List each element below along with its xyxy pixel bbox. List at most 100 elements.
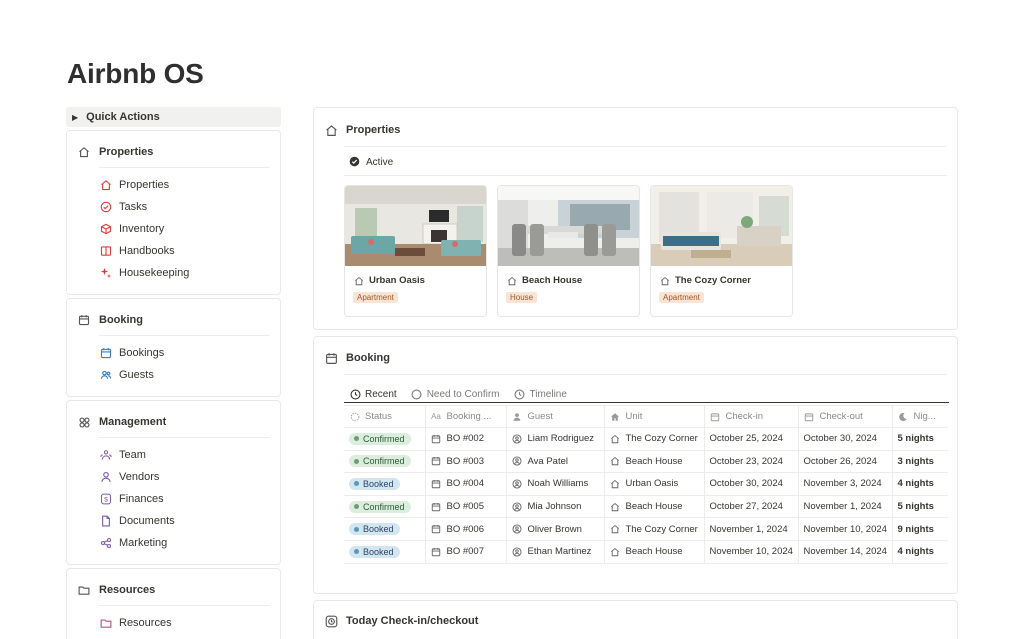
unit-cell[interactable]: Beach House xyxy=(603,540,704,564)
status-cell[interactable]: Confirmed xyxy=(344,450,425,474)
status-cell[interactable]: Booked xyxy=(344,540,425,564)
sidebar-section-booking: Booking Bookings Guests xyxy=(66,298,281,397)
nights-cell[interactable]: 4 nights xyxy=(891,472,948,496)
sidebar-item-vendors[interactable]: Vendors xyxy=(77,466,270,488)
tab-label: Recent xyxy=(365,388,397,400)
sidebar-item-guests[interactable]: Guests xyxy=(77,364,270,386)
check-in-cell[interactable]: October 23, 2024 xyxy=(703,450,798,474)
table-row[interactable]: Booked BO #007 Ethan Martinez Beach Hous… xyxy=(344,540,948,564)
unit-cell[interactable]: The Cozy Corner xyxy=(603,517,704,541)
sidebar-item-inventory[interactable]: Inventory xyxy=(77,218,270,240)
tab-need-to-confirm[interactable]: Need to Confirm xyxy=(411,388,500,400)
property-card-the-cozy-corner[interactable]: The Cozy Corner Apartment xyxy=(650,185,793,317)
sidebar-item-label: Inventory xyxy=(119,223,165,235)
guest-cell[interactable]: Liam Rodriguez xyxy=(505,427,604,451)
booking-cell[interactable]: BO #003 xyxy=(424,450,506,474)
sidebar-section-header[interactable]: Properties xyxy=(77,143,270,161)
sidebar-item-housekeeping[interactable]: Housekeeping xyxy=(77,262,270,284)
today-panel-header[interactable]: Today Check-in/checkout xyxy=(324,613,947,629)
check-out-cell[interactable]: November 3, 2024 xyxy=(797,472,892,496)
check-out-cell[interactable]: November 10, 2024 xyxy=(797,517,892,541)
nights-cell[interactable]: 5 nights xyxy=(891,427,948,451)
property-name: Beach House xyxy=(522,275,583,286)
tab-timeline[interactable]: Timeline xyxy=(514,388,567,400)
sidebar-item-team[interactable]: Team xyxy=(77,444,270,466)
tab-recent[interactable]: Recent xyxy=(349,388,397,400)
view-tab-active[interactable]: Active xyxy=(349,153,957,171)
check-in-cell[interactable]: November 1, 2024 xyxy=(703,517,798,541)
guest-cell[interactable]: Ethan Martinez xyxy=(505,540,604,564)
check-out-cell[interactable]: October 26, 2024 xyxy=(797,450,892,474)
guest-cell[interactable]: Noah Williams xyxy=(505,472,604,496)
check-circle-icon xyxy=(99,200,113,214)
column-header-status[interactable]: Status xyxy=(344,405,425,428)
check-out-cell[interactable]: October 30, 2024 xyxy=(797,427,892,451)
column-header-check-out[interactable]: Check-out xyxy=(797,405,892,428)
property-card-beach-house[interactable]: Beach House House xyxy=(497,185,640,317)
nights-cell[interactable]: 3 nights xyxy=(891,450,948,474)
property-name: The Cozy Corner xyxy=(675,275,752,286)
status-cell[interactable]: Confirmed xyxy=(344,495,425,519)
booking-cell[interactable]: BO #007 xyxy=(424,540,506,564)
column-header-check-in[interactable]: Check-in xyxy=(703,405,798,428)
check-in-cell[interactable]: October 27, 2024 xyxy=(703,495,798,519)
tab-label: Need to Confirm xyxy=(426,388,500,400)
sidebar-item-properties[interactable]: Properties xyxy=(77,174,270,196)
column-header-nights[interactable]: Nig... xyxy=(891,405,948,428)
table-row[interactable]: Booked BO #006 Oliver Brown The Cozy Cor… xyxy=(344,517,948,541)
table-row[interactable]: Confirmed BO #002 Liam Rodriguez The Coz… xyxy=(344,427,948,451)
table-row[interactable]: Confirmed BO #003 Ava Patel Beach House … xyxy=(344,450,948,474)
status-badge: Booked xyxy=(349,477,400,490)
sidebar-item-tasks[interactable]: Tasks xyxy=(77,196,270,218)
check-out-cell[interactable]: November 1, 2024 xyxy=(797,495,892,519)
booking-cell[interactable]: BO #004 xyxy=(424,472,506,496)
sidebar-item-handbooks[interactable]: Handbooks xyxy=(77,240,270,262)
properties-panel-header[interactable]: Properties xyxy=(324,122,947,138)
nights-cell[interactable]: 5 nights xyxy=(891,495,948,519)
sidebar-item-resources[interactable]: Resources xyxy=(77,612,270,634)
check-out-cell[interactable]: November 14, 2024 xyxy=(797,540,892,564)
check-in-cell[interactable]: October 30, 2024 xyxy=(703,472,798,496)
property-type-tag: Apartment xyxy=(353,292,398,303)
status-cell[interactable]: Booked xyxy=(344,517,425,541)
unit-cell[interactable]: Beach House xyxy=(603,450,704,474)
status-cell[interactable]: Confirmed xyxy=(344,427,425,451)
text-property-icon: Aa xyxy=(431,412,441,421)
unit-cell[interactable]: Urban Oasis xyxy=(603,472,704,496)
status-cell[interactable]: Booked xyxy=(344,472,425,496)
guest-cell[interactable]: Ava Patel xyxy=(505,450,604,474)
booking-cell[interactable]: BO #005 xyxy=(424,495,506,519)
booking-cell[interactable]: BO #002 xyxy=(424,427,506,451)
sidebar-item-label: Documents xyxy=(119,515,175,527)
check-in-cell[interactable]: October 25, 2024 xyxy=(703,427,798,451)
sidebar-item-finances[interactable]: $ Finances xyxy=(77,488,270,510)
column-header-unit[interactable]: Unit xyxy=(603,405,704,428)
property-type-tag: House xyxy=(506,292,538,303)
booking-cell[interactable]: BO #006 xyxy=(424,517,506,541)
sidebar-item-marketing[interactable]: Marketing xyxy=(77,532,270,554)
book-icon xyxy=(99,244,113,258)
property-card-urban-oasis[interactable]: Urban Oasis Apartment xyxy=(344,185,487,317)
check-in-cell[interactable]: November 10, 2024 xyxy=(703,540,798,564)
quick-actions-toggle[interactable]: ▶ Quick Actions xyxy=(66,107,281,127)
booking-panel: Booking Recent Need to Confirm Timeline … xyxy=(313,336,958,594)
sidebar-section-header[interactable]: Booking xyxy=(77,311,270,329)
nights-cell[interactable]: 9 nights xyxy=(891,517,948,541)
sidebar-item-bookings[interactable]: Bookings xyxy=(77,342,270,364)
sidebar-section-header[interactable]: Management xyxy=(77,413,270,431)
booking-panel-header[interactable]: Booking xyxy=(324,350,947,366)
share-icon xyxy=(99,536,113,550)
guest-cell[interactable]: Oliver Brown xyxy=(505,517,604,541)
unit-cell[interactable]: The Cozy Corner xyxy=(603,427,704,451)
sidebar-section-header[interactable]: Resources xyxy=(77,581,270,599)
nights-cell[interactable]: 4 nights xyxy=(891,540,948,564)
column-header-booking[interactable]: Aa Booking ... xyxy=(424,405,506,428)
sidebar-item-documents[interactable]: Documents xyxy=(77,510,270,532)
document-icon xyxy=(99,514,113,528)
column-header-guest[interactable]: Guest xyxy=(505,405,604,428)
table-row[interactable]: Confirmed BO #005 Mia Johnson Beach Hous… xyxy=(344,495,948,519)
guest-cell[interactable]: Mia Johnson xyxy=(505,495,604,519)
unit-cell[interactable]: Beach House xyxy=(603,495,704,519)
table-row[interactable]: Booked BO #004 Noah Williams Urban Oasis… xyxy=(344,472,948,496)
sidebar-item-databases[interactable]: Databases ! xyxy=(77,634,270,639)
